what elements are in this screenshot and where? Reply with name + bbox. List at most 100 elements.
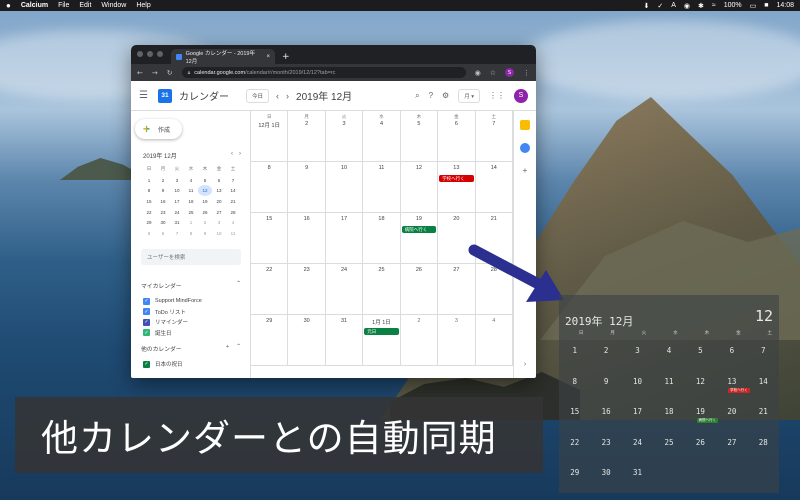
widget-day[interactable]: 20 xyxy=(716,401,747,432)
widget-day[interactable]: 5 xyxy=(685,340,716,371)
menu-app-name[interactable]: Calcium xyxy=(21,2,48,9)
mini-day[interactable]: 1 xyxy=(142,175,156,186)
widget-day[interactable]: 24 xyxy=(622,432,653,463)
input-source-icon[interactable]: ■ xyxy=(764,2,768,9)
mini-day[interactable]: 18 xyxy=(184,196,198,207)
mini-day[interactable]: 4 xyxy=(226,217,240,228)
day-cell[interactable]: 1月 1日 元日 xyxy=(363,315,401,366)
day-cell[interactable]: 14 xyxy=(475,162,513,213)
widget-day[interactable]: 19 病院へ行く xyxy=(685,401,719,432)
add-addon-icon[interactable]: + xyxy=(523,166,528,175)
mini-day[interactable]: 14 xyxy=(226,185,240,196)
widget-day[interactable]: 4 xyxy=(653,340,684,371)
widget-day[interactable]: 11 xyxy=(653,371,684,402)
widget-day[interactable]: 23 xyxy=(590,432,621,463)
day-cell[interactable]: 11 xyxy=(363,162,401,213)
tasks-icon[interactable] xyxy=(520,143,530,153)
browser-menu-icon[interactable]: ⋮ xyxy=(523,69,530,77)
day-cell[interactable]: 19 病院へ行く xyxy=(400,213,439,264)
my-calendars-header[interactable]: マイカレンダー ⌃ xyxy=(141,281,241,290)
menu-edit[interactable]: Edit xyxy=(79,2,91,9)
twitter-icon[interactable]: ✓ xyxy=(657,2,663,10)
close-window-icon[interactable] xyxy=(137,51,143,57)
day-cell[interactable]: 水4 xyxy=(363,111,401,162)
day-cell[interactable]: 8 xyxy=(251,162,289,213)
mini-day[interactable]: 21 xyxy=(226,196,240,207)
mini-day[interactable]: 2 xyxy=(156,175,170,186)
widget-day[interactable]: 25 xyxy=(653,432,684,463)
main-menu-icon[interactable]: ☰ xyxy=(139,90,151,101)
mini-day[interactable]: 16 xyxy=(156,196,170,207)
day-cell[interactable]: 3 xyxy=(438,315,476,366)
zoom-window-icon[interactable] xyxy=(157,51,163,57)
battery-percent[interactable]: 100% xyxy=(724,2,742,9)
widget-day[interactable]: 6 xyxy=(716,340,747,371)
address-bar[interactable]: 🔒︎ calendar.google.com/calendar/r/month/… xyxy=(181,67,466,78)
widget-day[interactable]: 16 xyxy=(590,401,621,432)
calendar-list-item[interactable]: ✓ Support MindForce xyxy=(143,296,241,307)
widget-day[interactable]: 29 xyxy=(559,462,590,493)
mini-day[interactable]: 22 xyxy=(142,207,156,218)
widget-day[interactable]: 13 学校へ行く xyxy=(716,371,750,402)
mini-day[interactable]: 8 xyxy=(142,185,156,196)
mini-day[interactable]: 28 xyxy=(226,207,240,218)
event-chip[interactable]: 学校へ行く xyxy=(439,175,474,182)
day-cell[interactable]: 16 xyxy=(288,213,326,264)
menu-file[interactable]: File xyxy=(58,2,69,9)
menu-help[interactable]: Help xyxy=(136,2,150,9)
wifi-icon[interactable]: ≈ xyxy=(712,2,716,9)
collapse-icon[interactable]: ⌃ xyxy=(236,281,241,290)
app-title[interactable]: カレンダー xyxy=(179,88,229,103)
browser-tab[interactable]: Google カレンダー - 2019年 12月 × xyxy=(171,49,275,65)
mini-day[interactable]: 7 xyxy=(170,228,184,239)
widget-day[interactable]: 7 xyxy=(748,340,779,371)
day-cell[interactable]: 月2 xyxy=(288,111,326,162)
mini-day[interactable]: 4 xyxy=(184,175,198,186)
day-cell[interactable]: 29 xyxy=(251,315,289,366)
extension-icon[interactable]: ◉ xyxy=(475,69,481,77)
widget-day[interactable]: 21 xyxy=(748,401,779,432)
close-tab-icon[interactable]: × xyxy=(266,54,270,60)
create-button[interactable]: + 作成 xyxy=(135,119,183,139)
mini-day[interactable]: 25 xyxy=(184,207,198,218)
minimize-window-icon[interactable] xyxy=(147,51,153,57)
day-cell[interactable]: 木5 xyxy=(400,111,439,162)
day-cell[interactable]: 火3 xyxy=(325,111,364,162)
other-calendars-header[interactable]: 他のカレンダー + ⌃ xyxy=(141,344,241,353)
widget-day[interactable]: 2 xyxy=(590,340,621,371)
mini-day[interactable]: 5 xyxy=(198,175,212,186)
mini-day[interactable]: 3 xyxy=(170,175,184,186)
day-cell[interactable]: 10 xyxy=(325,162,364,213)
menu-window[interactable]: Window xyxy=(101,2,126,9)
mini-day[interactable]: 27 xyxy=(212,207,226,218)
mini-day[interactable]: 15 xyxy=(142,196,156,207)
widget-day[interactable] xyxy=(685,462,716,493)
mini-day[interactable]: 5 xyxy=(142,228,156,239)
mini-day[interactable]: 6 xyxy=(212,175,226,186)
view-selector[interactable]: 月 ▾ xyxy=(458,88,480,103)
mini-day[interactable]: 9 xyxy=(198,228,212,239)
mini-day[interactable]: 7 xyxy=(226,175,240,186)
widget-day[interactable]: 1 xyxy=(559,340,590,371)
apple-icon[interactable]: ● xyxy=(6,1,11,10)
widget-day[interactable]: 17 xyxy=(622,401,653,432)
bluetooth-icon[interactable]: ✱ xyxy=(698,2,704,10)
mini-day[interactable]: 3 xyxy=(212,217,226,228)
clock-status-icon[interactable]: ◉ xyxy=(684,2,690,10)
mini-day[interactable]: 20 xyxy=(212,196,226,207)
day-cell[interactable]: 25 xyxy=(363,264,401,315)
dropbox-icon[interactable]: ⬇ xyxy=(643,2,649,10)
add-calendar-icon[interactable]: + xyxy=(226,344,229,353)
mini-day[interactable]: 2 xyxy=(198,217,212,228)
search-icon[interactable]: ⌕ xyxy=(415,91,419,101)
mini-day[interactable]: 8 xyxy=(184,228,198,239)
day-cell[interactable]: 9 xyxy=(288,162,326,213)
day-cell[interactable]: 12 xyxy=(400,162,439,213)
mini-day[interactable]: 1 xyxy=(184,217,198,228)
keep-icon[interactable] xyxy=(520,120,530,130)
calendar-logo-icon[interactable]: 31 xyxy=(158,88,172,103)
calendar-list-item[interactable]: ✓ ToDo リスト xyxy=(143,306,241,317)
help-icon[interactable]: ? xyxy=(429,91,433,100)
mini-next-icon[interactable]: › xyxy=(239,151,241,160)
widget-day[interactable]: 9 xyxy=(590,371,621,402)
